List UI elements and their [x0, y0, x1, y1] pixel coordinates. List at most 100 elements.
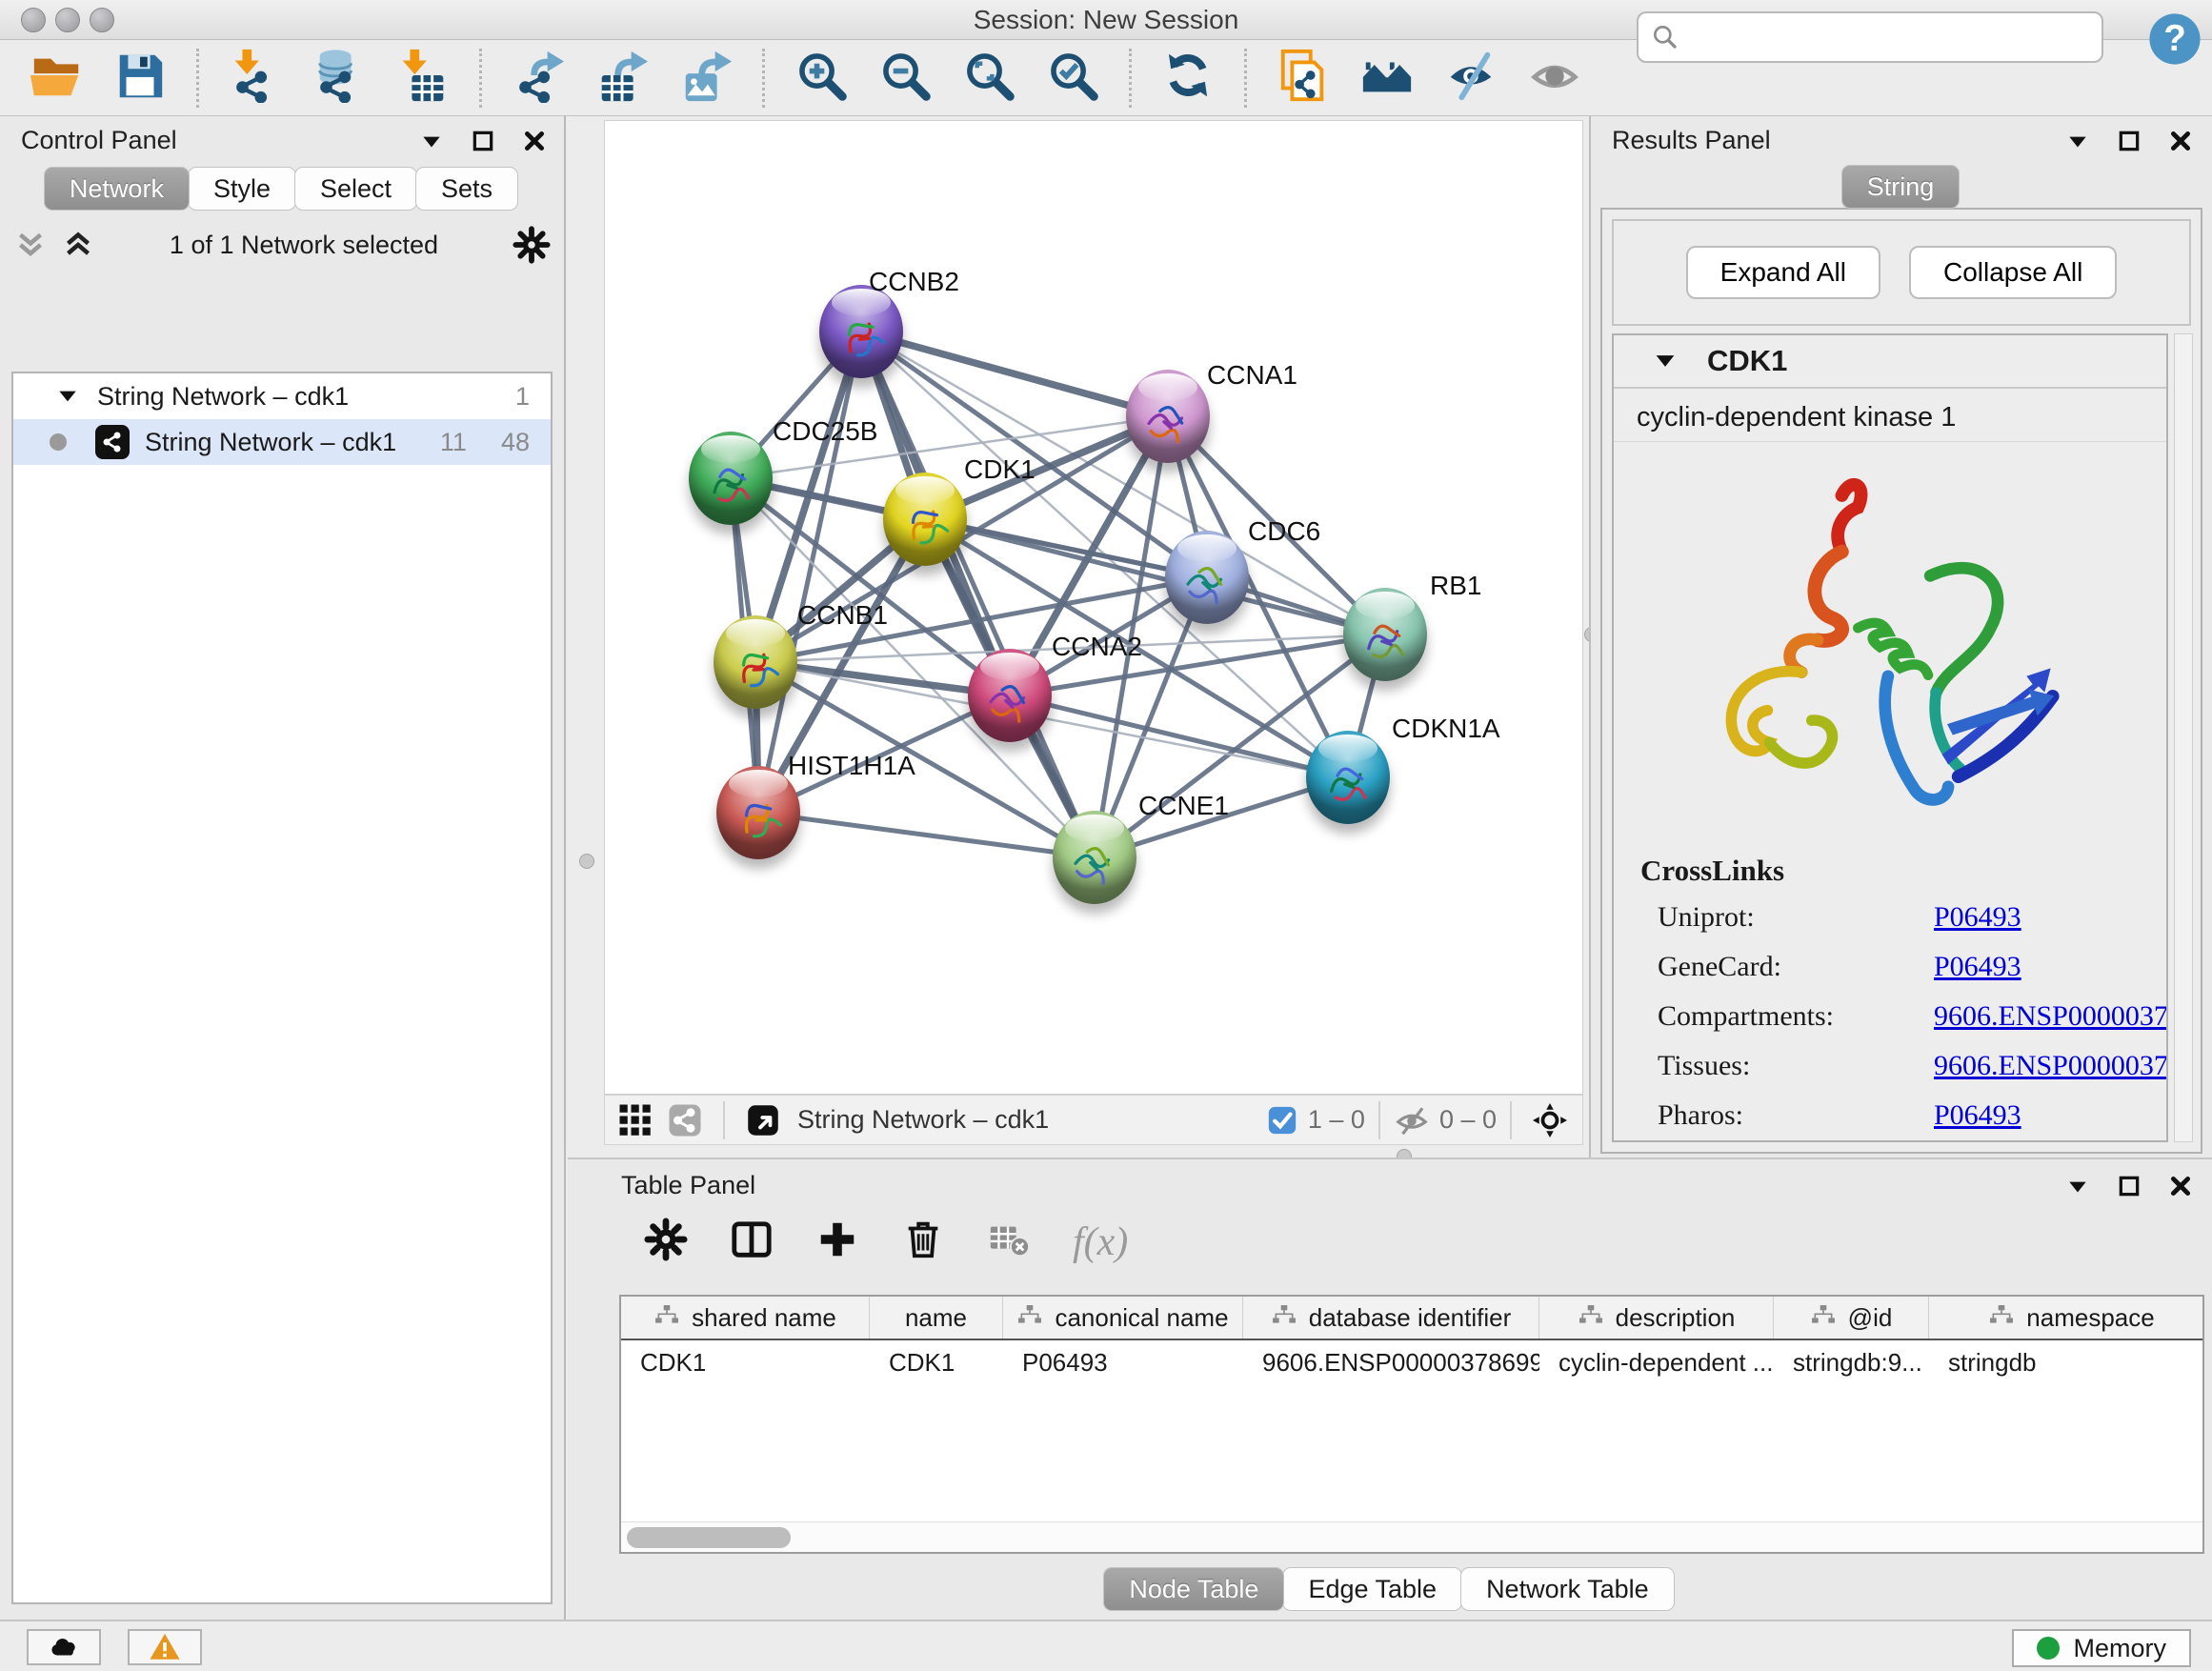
network-node-ccnb1[interactable]: [714, 615, 797, 709]
node-table[interactable]: shared namenamecanonical namedatabase id…: [619, 1295, 2204, 1554]
string-badge-icon[interactable]: [668, 1103, 702, 1137]
memory-button[interactable]: Memory: [2012, 1629, 2191, 1667]
expand-all-button[interactable]: Expand All: [1686, 246, 1880, 299]
cell-canonical-name[interactable]: P06493: [1003, 1348, 1243, 1378]
network-node-ccne1[interactable]: [1053, 811, 1136, 904]
help-button[interactable]: ?: [2145, 10, 2204, 69]
table-options-gear-button[interactable]: [644, 1218, 688, 1266]
hidden-elements-badge[interactable]: 0 – 0: [1394, 1102, 1497, 1138]
results-scrollbar[interactable]: [2174, 333, 2193, 1142]
export-network-button[interactable]: [509, 49, 568, 108]
search-input[interactable]: [1690, 22, 2090, 53]
panel-close-icon[interactable]: [522, 129, 547, 153]
network-options-gear-icon[interactable]: [513, 226, 551, 264]
column-header-namespace[interactable]: namespace: [1929, 1297, 2204, 1339]
network-node-cdkn1a[interactable]: [1306, 731, 1390, 824]
panel-float-icon[interactable]: [471, 129, 495, 153]
delete-table-button[interactable]: [987, 1218, 1031, 1266]
table-row[interactable]: CDK1CDK1P064939606.ENSP00000378699cyclin…: [621, 1340, 2202, 1384]
show-hide-graphics-button[interactable]: [1441, 49, 1500, 108]
cloud-status-button[interactable]: [27, 1629, 101, 1665]
network-node-rb1[interactable]: [1343, 588, 1427, 681]
collapse-all-button[interactable]: Collapse All: [1909, 246, 2117, 299]
panel-float-icon[interactable]: [2117, 1174, 2142, 1198]
zoom-selected-button[interactable]: [1043, 49, 1102, 108]
cell-name[interactable]: CDK1: [870, 1348, 1003, 1378]
network-view-canvas[interactable]: CCNB2 CCNA1 CDC25B CDK1: [604, 120, 1583, 1095]
panel-menu-icon[interactable]: [2065, 1174, 2090, 1198]
tab-style[interactable]: Style: [188, 167, 296, 211]
column-header-canonical-name[interactable]: canonical name: [1003, 1297, 1243, 1339]
gene-section-header[interactable]: CDK1: [1614, 335, 2166, 389]
column-header-description[interactable]: description: [1539, 1297, 1774, 1339]
cell-shared-name[interactable]: CDK1: [621, 1348, 870, 1378]
open-session-button[interactable]: [27, 49, 86, 108]
cell-database-identifier[interactable]: 9606.ENSP00000378699: [1243, 1348, 1539, 1378]
tab-sets[interactable]: Sets: [415, 167, 518, 211]
network-node-cdc6[interactable]: [1165, 531, 1249, 624]
first-neighbors-button[interactable]: [1357, 49, 1417, 108]
zoom-fit-button[interactable]: [959, 49, 1018, 108]
crosslink-link[interactable]: P06493: [1934, 951, 2021, 983]
cell--id[interactable]: stringdb:9...: [1774, 1348, 1929, 1378]
collapse-all-icon[interactable]: [13, 228, 48, 262]
warning-status-button[interactable]: [128, 1629, 202, 1665]
selected-nodes-badge[interactable]: 1 – 0: [1266, 1104, 1365, 1137]
crosslink-link[interactable]: 9606.ENSP00000378699: [1934, 1000, 2168, 1033]
function-builder-button[interactable]: f(x): [1073, 1219, 1128, 1265]
panel-close-icon[interactable]: [2168, 129, 2193, 153]
collapse-triangle-icon[interactable]: [55, 384, 80, 409]
zoom-out-button[interactable]: [875, 49, 935, 108]
tree-column-icon: [1988, 1301, 2015, 1335]
collapse-triangle-icon[interactable]: [1652, 348, 1679, 374]
help-icon: ?: [2147, 11, 2202, 67]
column-header-name[interactable]: name: [870, 1297, 1003, 1339]
network-node-ccna2[interactable]: [968, 649, 1052, 742]
cell-namespace[interactable]: stringdb: [1929, 1348, 2204, 1378]
crosslink-link[interactable]: P06493: [1934, 901, 2021, 934]
create-column-button[interactable]: [815, 1218, 859, 1266]
export-image-button[interactable]: [676, 49, 735, 108]
birds-eye-view-icon[interactable]: [746, 1103, 780, 1137]
search-field[interactable]: [1637, 11, 2103, 63]
tab-edge-table[interactable]: Edge Table: [1282, 1567, 1462, 1611]
crosslink-label: Compartments:: [1658, 1000, 1934, 1033]
column-header-shared-name[interactable]: shared name: [621, 1297, 870, 1339]
expand-up-icon[interactable]: [61, 228, 95, 262]
import-table-file-button[interactable]: [393, 49, 452, 108]
delete-column-button[interactable]: [901, 1218, 945, 1266]
tab-network-table[interactable]: Network Table: [1460, 1567, 1675, 1611]
export-table-button[interactable]: [593, 49, 652, 108]
network-node-cdc25b[interactable]: [689, 432, 773, 525]
save-session-button[interactable]: [111, 49, 170, 108]
network-row[interactable]: String Network – cdk1 11 48: [13, 419, 551, 465]
grid-view-icon[interactable]: [618, 1103, 653, 1137]
table-hscrollbar[interactable]: [621, 1521, 2202, 1552]
tab-string[interactable]: String: [1841, 165, 1961, 209]
column-header--id[interactable]: @id: [1774, 1297, 1929, 1339]
column-header-database-identifier[interactable]: database identifier: [1243, 1297, 1539, 1339]
cell-description[interactable]: cyclin-dependent ...: [1539, 1348, 1774, 1378]
network-node-cdk1[interactable]: [883, 473, 967, 566]
panel-float-icon[interactable]: [2117, 129, 2142, 153]
crosslink-link[interactable]: 9606.ENSP00000378699: [1934, 1050, 2168, 1082]
import-network-file-button[interactable]: [226, 49, 285, 108]
panel-menu-icon[interactable]: [2065, 129, 2090, 153]
graphics-details-button[interactable]: [1525, 49, 1584, 108]
tab-network[interactable]: Network: [44, 167, 190, 211]
tab-node-table[interactable]: Node Table: [1103, 1567, 1284, 1611]
show-columns-button[interactable]: [730, 1218, 774, 1266]
tab-select[interactable]: Select: [294, 167, 417, 211]
zoom-in-button[interactable]: [792, 49, 851, 108]
network-collection-row[interactable]: String Network – cdk1 1: [13, 373, 551, 419]
refresh-button[interactable]: [1158, 49, 1217, 108]
panel-close-icon[interactable]: [2168, 1174, 2193, 1198]
panel-menu-icon[interactable]: [419, 129, 444, 153]
left-splitter-handle[interactable]: [579, 854, 594, 869]
crosslink-link[interactable]: P06493: [1934, 1099, 2021, 1132]
fit-selected-crosshair-icon[interactable]: [1533, 1103, 1567, 1137]
import-network-database-button[interactable]: [310, 49, 369, 108]
network-node-ccnb2[interactable]: [819, 285, 903, 378]
network-node-ccna1[interactable]: [1126, 370, 1210, 463]
duplicate-network-button[interactable]: [1274, 49, 1333, 108]
